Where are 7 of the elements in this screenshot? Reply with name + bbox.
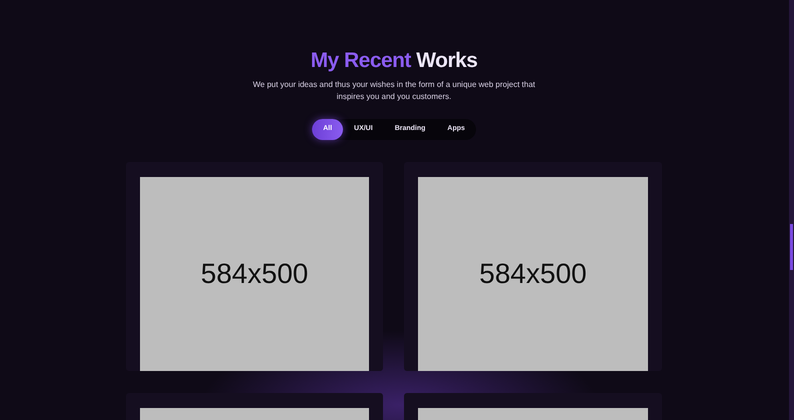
scrollbar-thumb[interactable]: [790, 224, 793, 270]
placeholder-label: 584x500: [479, 257, 587, 291]
work-card[interactable]: 584x500: [126, 162, 383, 371]
work-card[interactable]: 584x500: [404, 162, 662, 371]
section-heading: My Recent Works: [310, 48, 478, 74]
section-subtitle: We put your ideas and thus your wishes in the form of a unique web project that inspires you and you customers.: [252, 79, 536, 103]
placeholder-label: 584x500: [200, 257, 308, 291]
